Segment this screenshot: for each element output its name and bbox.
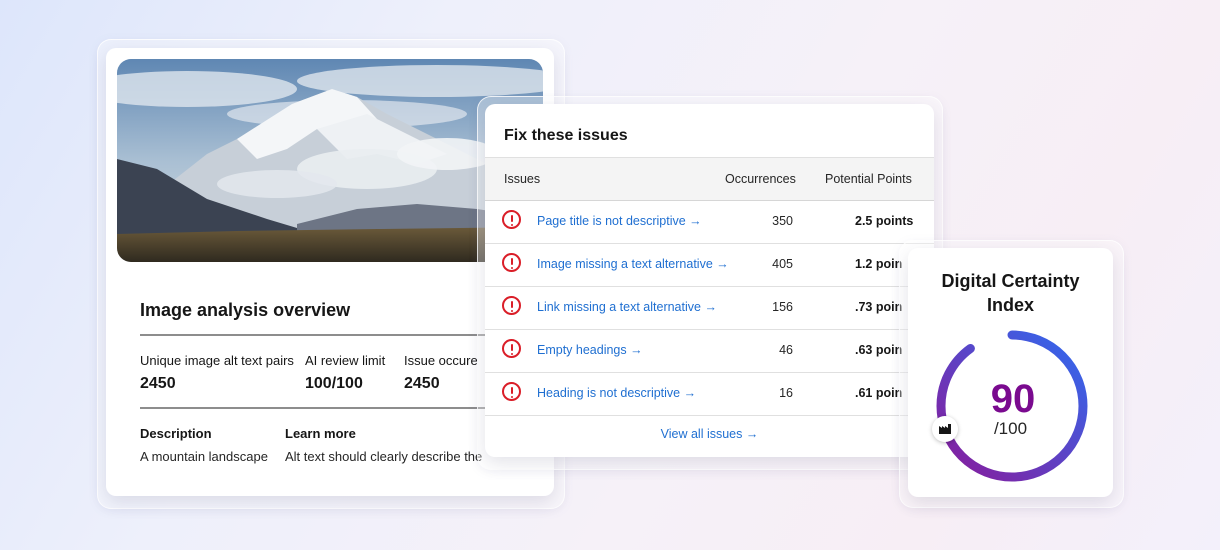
table-row: Link missing a text alternative → 156 .7… [485, 286, 934, 330]
table-row: Page title is not descriptive → 350 2.5 … [485, 200, 934, 244]
error-icon [502, 296, 521, 315]
view-all-issues-link[interactable]: View all issues → [485, 427, 934, 441]
column-header-issues[interactable]: Issues [504, 172, 540, 186]
issue-link[interactable]: Page title is not descriptive → [537, 214, 702, 228]
occurrences-value: 405 [772, 257, 793, 271]
issue-link[interactable]: Image missing a text alternative → [537, 257, 729, 271]
stat-label-ai-review-limit: AI review limit [305, 353, 386, 368]
occurrences-value: 46 [779, 343, 793, 357]
points-value: .61 poin [855, 386, 903, 400]
score-max: /100 [993, 419, 1028, 438]
table-row: Heading is not descriptive → 16 .61 poin [485, 372, 934, 416]
score-value: 90 [990, 377, 1036, 421]
learn-more-text: Alt text should clearly describe the [285, 449, 483, 464]
points-value: 2.5 points [855, 214, 914, 228]
stat-label-alt-text-pairs: Unique image alt text pairs [140, 353, 294, 368]
fix-issues-card: Fix these issues Issues Occurrences Pote… [485, 104, 934, 457]
stat-value-alt-text-pairs: 2450 [140, 375, 176, 392]
index-title-line-1: Digital Certainty [941, 271, 1080, 291]
description-text: A mountain landscape [140, 449, 268, 464]
stat-label-issue-occurrences: Issue occure [404, 353, 478, 368]
table-row: Empty headings → 46 .63 poin [485, 329, 934, 373]
issues-title: Fix these issues [504, 127, 628, 144]
points-value: .63 poin [855, 343, 903, 357]
stat-value-ai-review-limit: 100/100 [305, 375, 363, 392]
index-title-line-2: Index [986, 295, 1034, 315]
overview-title: Image analysis overview [140, 300, 351, 320]
occurrences-value: 350 [772, 214, 793, 228]
learn-more-heading: Learn more [285, 426, 356, 441]
table-row: Image missing a text alternative → 405 1… [485, 243, 934, 287]
occurrences-value: 16 [779, 386, 793, 400]
error-icon [502, 253, 521, 272]
points-value: .73 poin [855, 300, 903, 314]
description-heading: Description [140, 426, 212, 441]
points-value: 1.2 poin [855, 257, 903, 271]
error-icon [502, 382, 521, 401]
table-header: Issues Occurrences Potential Points [485, 157, 934, 201]
issue-link[interactable]: Link missing a text alternative → [537, 300, 717, 314]
issue-link[interactable]: Empty headings → [537, 343, 643, 357]
column-header-occurrences[interactable]: Occurrences [725, 172, 796, 186]
stat-value-issue-occurrences: 2450 [404, 375, 440, 392]
error-icon [502, 210, 521, 229]
issue-link[interactable]: Heading is not descriptive → [537, 386, 696, 400]
occurrences-value: 156 [772, 300, 793, 314]
column-header-potential-points[interactable]: Potential Points [825, 172, 912, 186]
index-title: Digital Certainty Index [908, 269, 1113, 317]
error-icon [502, 339, 521, 358]
digital-certainty-index-card: Digital Certainty Index 90 /100 [908, 248, 1113, 497]
